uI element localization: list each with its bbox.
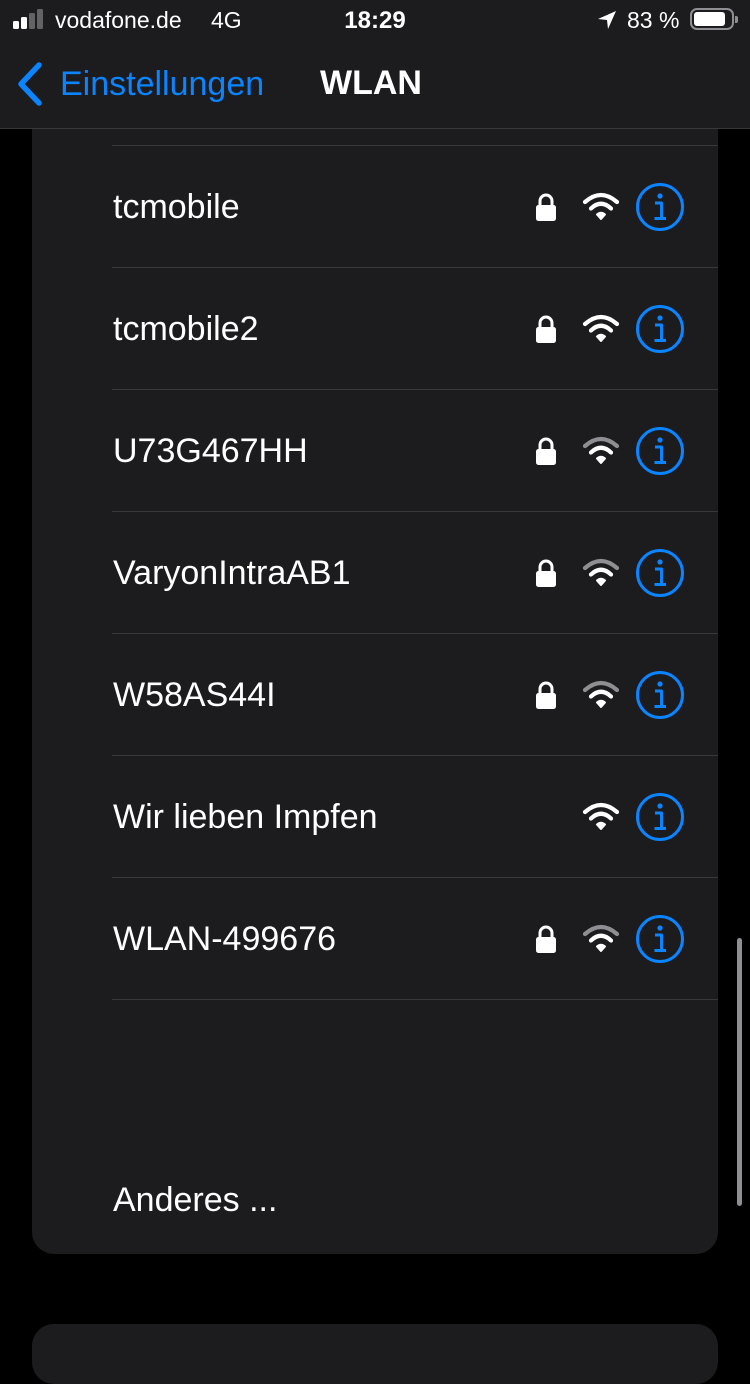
network-row[interactable]: U73G467HH [32, 390, 718, 512]
lock-icon [536, 193, 556, 221]
lock-icon [536, 437, 556, 465]
network-name: VaryonIntraAB1 [113, 554, 351, 592]
network-row[interactable]: Wir lieben Impfen [32, 756, 718, 878]
page-title: WLAN [320, 64, 422, 102]
info-icon[interactable] [635, 548, 685, 598]
wifi-icon [582, 314, 620, 342]
navigation-bar: Einstellungen WLAN [0, 40, 750, 129]
network-name: Wir lieben Impfen [113, 798, 378, 836]
lock-icon [536, 559, 556, 587]
lock-icon [536, 925, 556, 953]
info-icon[interactable] [635, 670, 685, 720]
info-icon[interactable] [635, 792, 685, 842]
battery-percent: 83 % [627, 7, 680, 33]
info-icon[interactable] [635, 426, 685, 476]
status-bar: vodafone.de 4G 18:29 83 % [0, 0, 750, 40]
next-section-card [32, 1324, 718, 1384]
wifi-icon [582, 680, 620, 708]
wifi-icon [582, 802, 620, 830]
other-network-label: Anderes ... [113, 1181, 278, 1219]
wifi-icon [582, 558, 620, 586]
network-name: WLAN-499676 [113, 920, 337, 958]
info-icon[interactable] [635, 304, 685, 354]
network-row[interactable]: W58AS44I [32, 634, 718, 756]
lock-icon [536, 681, 556, 709]
network-row[interactable]: tcmobile2 [32, 268, 718, 390]
scroll-indicator[interactable] [737, 938, 742, 1206]
network-name: U73G467HH [113, 432, 308, 470]
network-row[interactable]: VaryonIntraAB1 [32, 512, 718, 634]
info-icon[interactable] [635, 182, 685, 232]
back-button[interactable]: Einstellungen [14, 40, 264, 128]
wifi-icon [582, 924, 620, 952]
battery-icon [690, 8, 738, 30]
location-arrow-icon [598, 11, 616, 29]
back-label: Einstellungen [60, 64, 265, 103]
chevron-left-icon [18, 62, 42, 106]
network-name: tcmobile2 [113, 310, 259, 348]
network-row[interactable]: WLAN-499676 [32, 878, 718, 1000]
network-name: W58AS44I [113, 676, 276, 714]
wifi-icon [582, 436, 620, 464]
info-icon[interactable] [635, 914, 685, 964]
lock-icon [536, 315, 556, 343]
other-network-row[interactable]: Anderes ... [32, 1146, 718, 1254]
wifi-icon [582, 192, 620, 220]
network-list: Anderes ... TCint1 [32, 48, 718, 1254]
network-row[interactable]: tcmobile [32, 146, 718, 268]
network-name: tcmobile [113, 188, 240, 226]
